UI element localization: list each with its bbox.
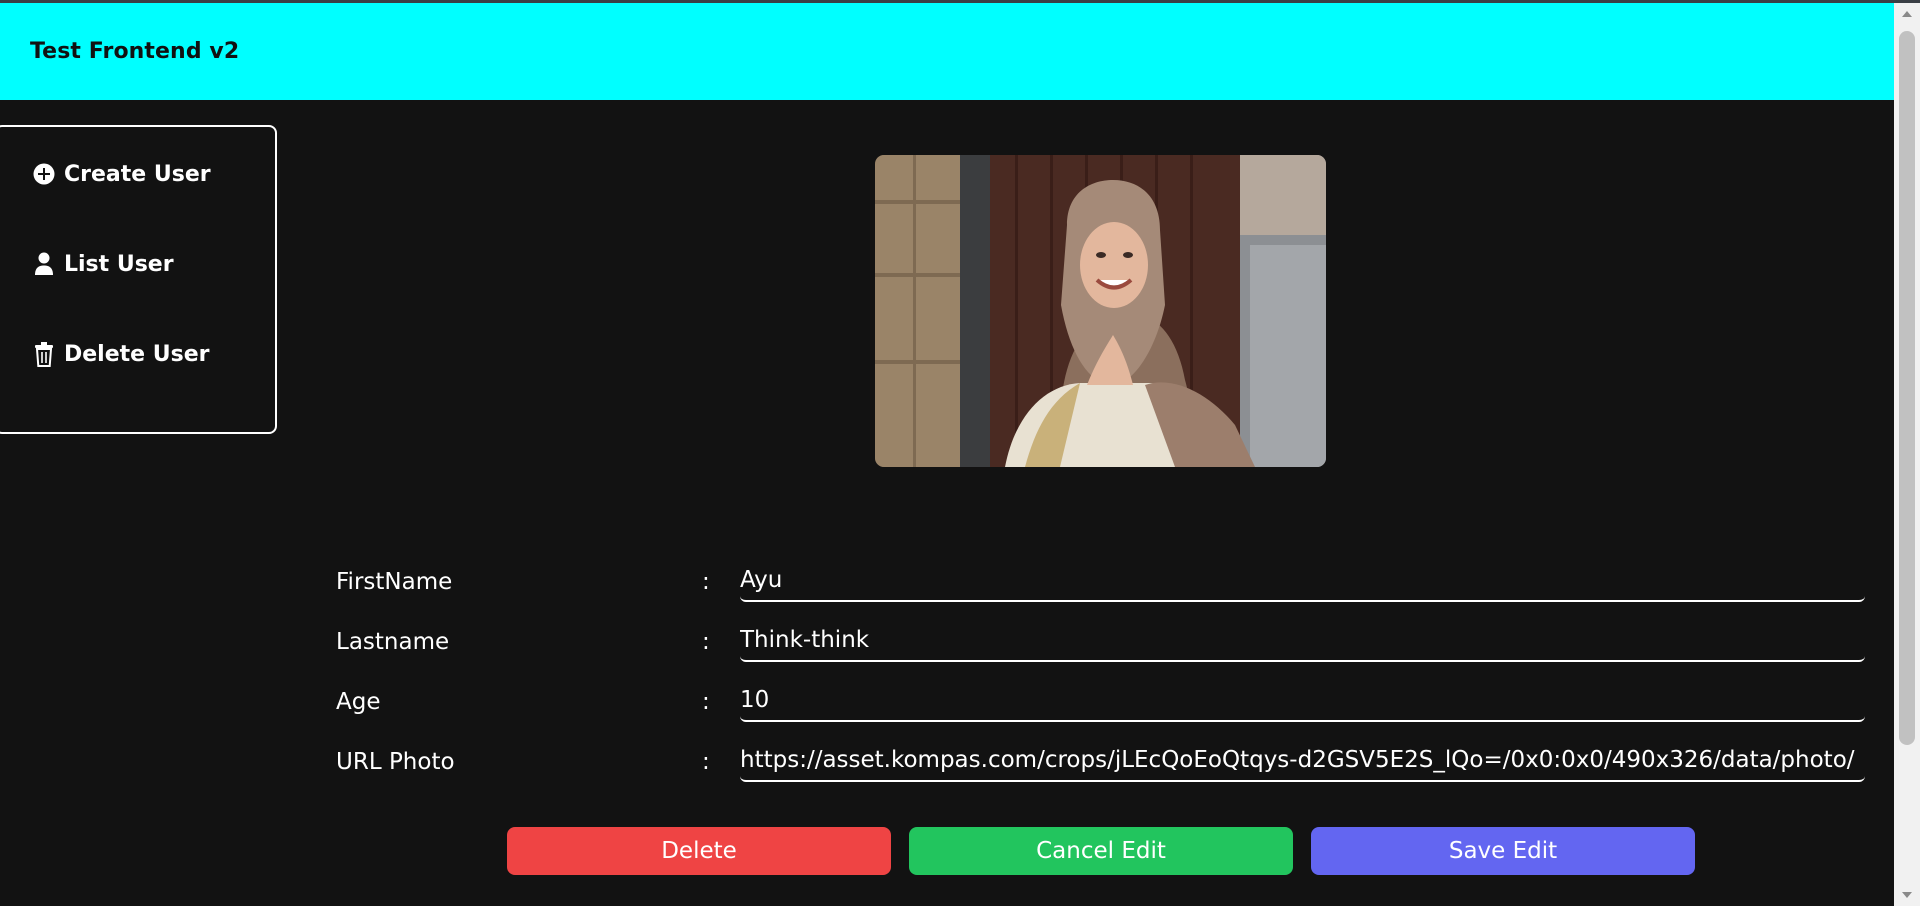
sidebar-nav: Create User List User Delete User <box>0 125 277 434</box>
url-photo-input[interactable] <box>740 740 1865 782</box>
age-input[interactable] <box>740 680 1865 722</box>
separator-colon: : <box>702 749 710 775</box>
firstname-label: FirstName <box>336 569 453 595</box>
sidebar-item-list-user[interactable]: List User <box>32 251 174 277</box>
url-photo-label: URL Photo <box>336 749 455 775</box>
sidebar-item-create-user[interactable]: Create User <box>32 161 211 187</box>
cancel-edit-button[interactable]: Cancel Edit <box>909 827 1293 875</box>
separator-colon: : <box>702 689 710 715</box>
lastname-label: Lastname <box>336 629 450 655</box>
separator-colon: : <box>702 569 710 595</box>
form-row-age: Age : <box>336 680 1866 726</box>
save-edit-button[interactable]: Save Edit <box>1311 827 1695 875</box>
app-title: Test Frontend v2 <box>30 39 240 64</box>
form-row-url-photo: URL Photo : <box>336 740 1866 786</box>
user-photo <box>875 155 1326 467</box>
sidebar-item-label: List User <box>64 251 174 277</box>
user-icon <box>32 251 56 277</box>
scrollbar-thumb[interactable] <box>1899 31 1915 745</box>
plus-circle-icon <box>32 161 56 187</box>
lastname-input[interactable] <box>740 620 1865 662</box>
sidebar-item-label: Delete User <box>64 341 210 367</box>
delete-button[interactable]: Delete <box>507 827 891 875</box>
separator-colon: : <box>702 629 710 655</box>
form-row-lastname: Lastname : <box>336 620 1866 666</box>
trash-icon <box>32 341 56 367</box>
scroll-down-arrow-icon[interactable] <box>1902 892 1912 898</box>
app-header: Test Frontend v2 <box>0 3 1894 100</box>
scroll-up-arrow-icon[interactable] <box>1902 11 1912 17</box>
sidebar-item-label: Create User <box>64 161 211 187</box>
age-label: Age <box>336 689 381 715</box>
vertical-scrollbar[interactable] <box>1894 3 1920 906</box>
form-row-firstname: FirstName : <box>336 560 1866 606</box>
firstname-input[interactable] <box>740 560 1865 602</box>
sidebar-item-delete-user[interactable]: Delete User <box>32 341 209 367</box>
